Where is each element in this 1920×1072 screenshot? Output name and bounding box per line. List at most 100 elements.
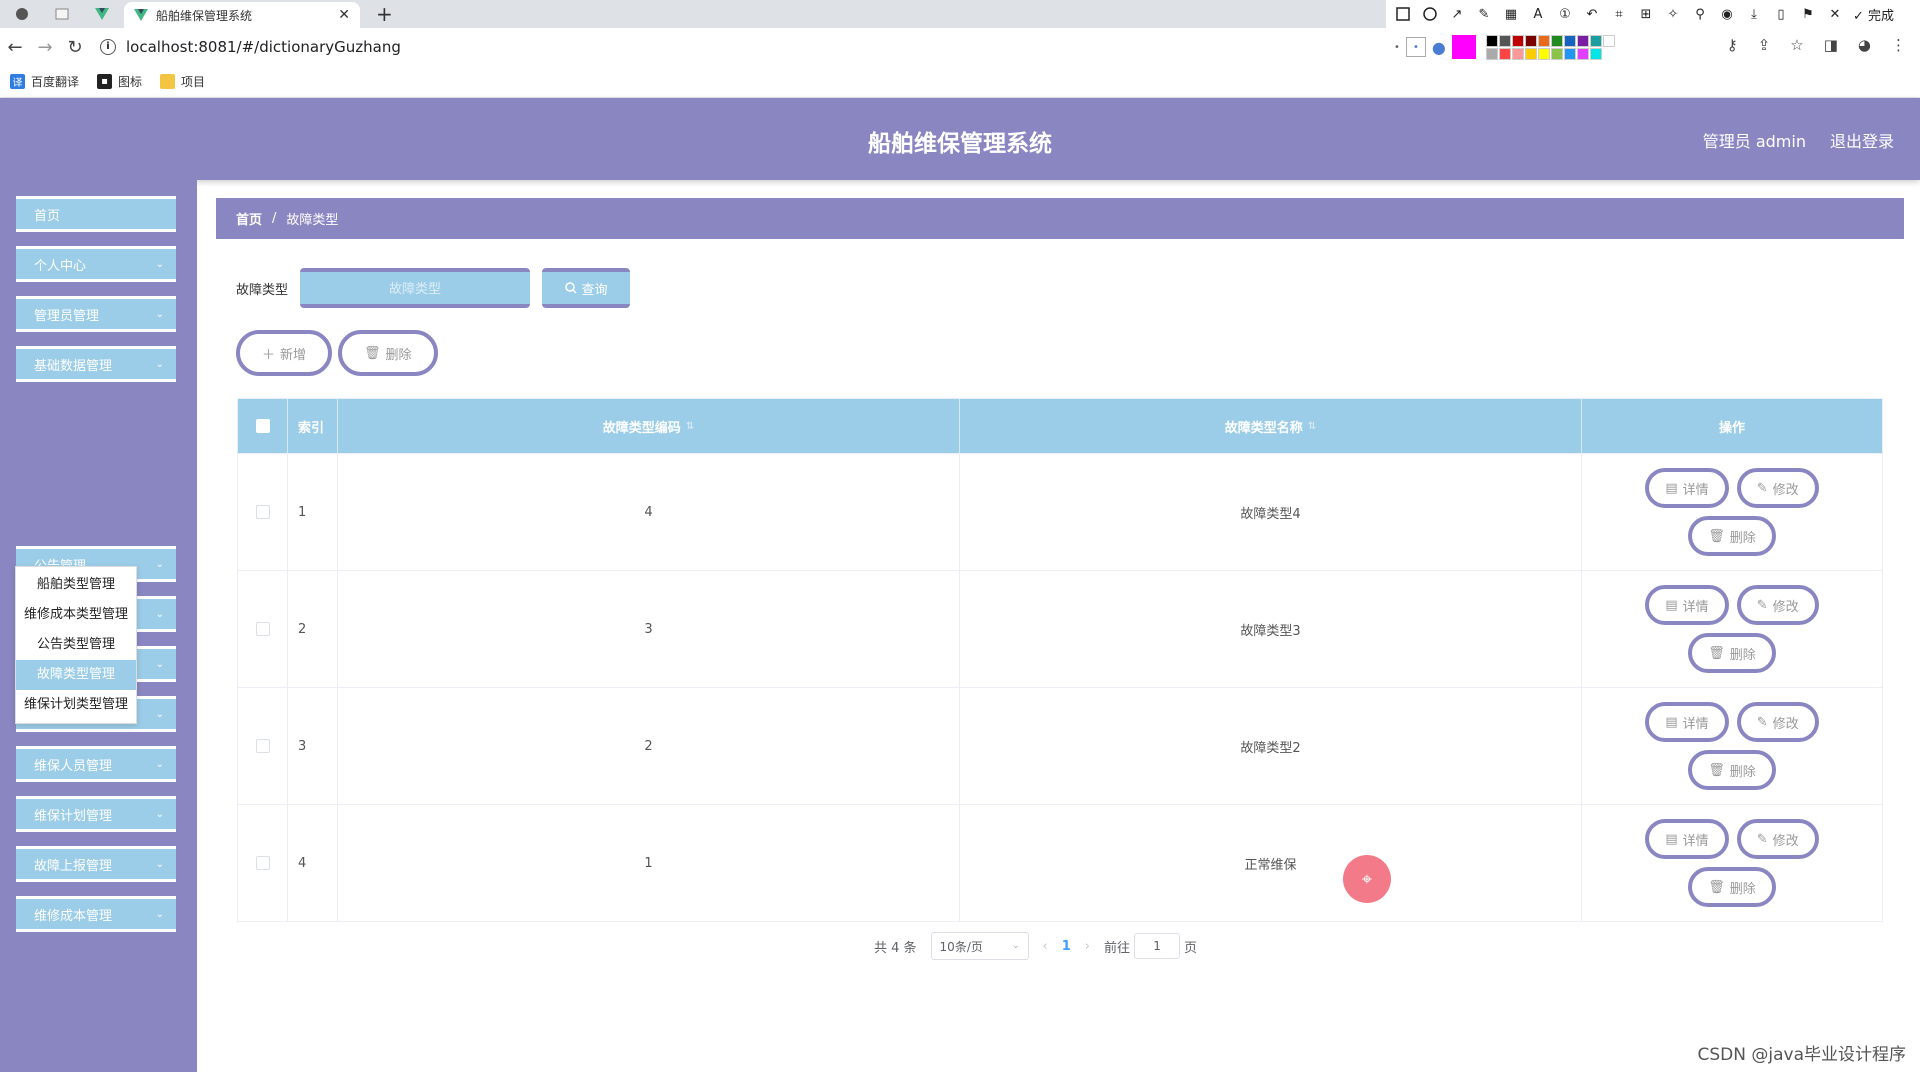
- detail-button[interactable]: ▤ 详情: [1645, 702, 1729, 742]
- color-swatch[interactable]: [1550, 47, 1563, 60]
- row-checkbox[interactable]: [255, 739, 270, 753]
- edit-button[interactable]: ✎ 修改: [1736, 819, 1819, 859]
- sidebar-item[interactable]: 故障上报管理 ⌄: [16, 846, 176, 882]
- submenu-item[interactable]: 公告类型管理: [16, 630, 136, 660]
- color-swatch[interactable]: [1576, 34, 1589, 47]
- prev-page-icon[interactable]: ‹: [1043, 939, 1048, 954]
- size-medium-icon[interactable]: •: [1405, 37, 1426, 57]
- color-swatch[interactable]: [1511, 47, 1524, 60]
- color-swatch[interactable]: [1537, 34, 1550, 47]
- sort-icon[interactable]: ⇅: [1308, 421, 1316, 432]
- batch-delete-button[interactable]: 🗑 删除: [338, 330, 438, 376]
- submenu-item[interactable]: 故障类型管理: [16, 660, 136, 690]
- rectangle-tool-icon[interactable]: [1394, 5, 1412, 23]
- color-swatch[interactable]: [1602, 34, 1615, 47]
- select-all-checkbox[interactable]: [255, 419, 270, 433]
- text-tool-icon[interactable]: A: [1529, 5, 1547, 23]
- breadcrumb-home[interactable]: 首页: [236, 209, 262, 228]
- pencil-tool-icon[interactable]: ✎: [1475, 5, 1493, 23]
- sidebar-item[interactable]: 维修成本管理 ⌄: [16, 896, 176, 932]
- arrow-tool-icon[interactable]: ↗: [1448, 5, 1466, 23]
- crop-icon[interactable]: ⌗: [1610, 5, 1628, 23]
- key-icon[interactable]: ⚷: [1727, 36, 1738, 54]
- color-swatch[interactable]: [1524, 47, 1537, 60]
- color-swatch[interactable]: [1485, 47, 1498, 60]
- sidebar-item[interactable]: 维保人员管理 ⌄: [16, 746, 176, 782]
- color-swatch[interactable]: [1524, 34, 1537, 47]
- close-tool-icon[interactable]: ✕: [1826, 5, 1844, 23]
- sidebar-item[interactable]: 维保计划管理 ⌄: [16, 796, 176, 832]
- bookmark-icons[interactable]: ▪ 图标: [97, 73, 142, 90]
- color-swatch[interactable]: [1589, 47, 1602, 60]
- color-swatch[interactable]: [1511, 34, 1524, 47]
- row-delete-button[interactable]: 🗑 删除: [1688, 867, 1776, 907]
- share-icon[interactable]: ⇪: [1758, 36, 1771, 54]
- sidebar-item[interactable]: 基础数据管理 ⌄: [16, 346, 176, 382]
- search-button[interactable]: 查询: [542, 268, 631, 308]
- new-tab-button[interactable]: +: [376, 2, 393, 26]
- row-delete-button[interactable]: 🗑 删除: [1688, 633, 1776, 673]
- color-swatch[interactable]: [1485, 34, 1498, 47]
- more-menu-icon[interactable]: ⋮: [1891, 36, 1906, 54]
- row-checkbox[interactable]: [255, 622, 270, 636]
- color-swatch[interactable]: [1550, 34, 1563, 47]
- search-input[interactable]: [300, 268, 531, 308]
- edit-button[interactable]: ✎ 修改: [1736, 468, 1819, 508]
- pinned-tab-page-icon[interactable]: [48, 3, 76, 25]
- color-swatch[interactable]: [1589, 34, 1602, 47]
- size-large-icon[interactable]: ●: [1432, 38, 1446, 57]
- col-code[interactable]: 故障类型编码 ⇅: [338, 399, 960, 453]
- color-swatch[interactable]: [1576, 47, 1589, 60]
- add-button[interactable]: ＋ 新增: [236, 330, 333, 376]
- sidebar-item[interactable]: 管理员管理 ⌄: [16, 296, 176, 332]
- record-icon[interactable]: ◉: [1718, 5, 1736, 23]
- phone-icon[interactable]: ▯: [1772, 5, 1790, 23]
- pinned-tab-vue-icon[interactable]: [88, 3, 116, 25]
- submenu-item[interactable]: 船舶类型管理: [16, 570, 136, 600]
- info-icon[interactable]: i: [100, 39, 116, 55]
- color-swatch[interactable]: [1563, 34, 1576, 47]
- magic-icon[interactable]: ✧: [1664, 5, 1682, 23]
- bookmark-baidu-translate[interactable]: 译 百度翻译: [10, 73, 79, 90]
- detail-button[interactable]: ▤ 详情: [1645, 585, 1729, 625]
- col-name[interactable]: 故障类型名称 ⇅: [960, 399, 1582, 453]
- current-color-swatch[interactable]: [1451, 35, 1476, 59]
- bookmark-icon[interactable]: ⚑: [1799, 5, 1817, 23]
- detail-button[interactable]: ▤ 详情: [1645, 468, 1729, 508]
- current-page[interactable]: 1: [1062, 939, 1071, 954]
- star-icon[interactable]: ☆: [1790, 36, 1803, 54]
- sort-icon[interactable]: ⇅: [686, 421, 694, 432]
- page-size-select[interactable]: 10条/页 ⌄: [930, 932, 1029, 960]
- download-icon[interactable]: ⤓: [1745, 5, 1763, 23]
- next-page-icon[interactable]: ›: [1085, 939, 1090, 954]
- size-small-icon[interactable]: •: [1394, 42, 1400, 53]
- pin-icon[interactable]: ⚲: [1691, 5, 1709, 23]
- color-swatch[interactable]: [1563, 47, 1576, 60]
- color-swatch[interactable]: [1537, 47, 1550, 60]
- url-field[interactable]: i localhost:8081/#/dictionaryGuzhang: [100, 38, 401, 56]
- logout-link[interactable]: 退出登录: [1830, 128, 1894, 152]
- number-tool-icon[interactable]: ①: [1556, 5, 1574, 23]
- undo-icon[interactable]: ↶: [1583, 5, 1601, 23]
- tab-close-icon[interactable]: ✕: [338, 7, 350, 23]
- row-delete-button[interactable]: 🗑 删除: [1688, 516, 1776, 556]
- detail-button[interactable]: ▤ 详情: [1645, 819, 1729, 859]
- row-delete-button[interactable]: 🗑 删除: [1688, 750, 1776, 790]
- reload-icon[interactable]: ↻: [60, 37, 90, 58]
- mosaic-tool-icon[interactable]: ▦: [1502, 5, 1520, 23]
- pinned-tab-globe-icon[interactable]: [8, 3, 36, 25]
- goto-input[interactable]: 1: [1134, 933, 1181, 959]
- bookmark-project[interactable]: 项目: [160, 73, 205, 90]
- forward-icon[interactable]: →: [30, 37, 60, 58]
- color-swatch[interactable]: [1498, 47, 1511, 60]
- translate-icon[interactable]: ⊞: [1637, 5, 1655, 23]
- submenu-item[interactable]: 维修成本类型管理: [16, 600, 136, 630]
- sidebar-item[interactable]: 个人中心 ⌄: [16, 246, 176, 282]
- done-button[interactable]: ✓ 完成: [1853, 5, 1894, 24]
- edit-button[interactable]: ✎ 修改: [1736, 585, 1819, 625]
- color-swatch[interactable]: [1498, 34, 1511, 47]
- profile-icon[interactable]: ◕: [1858, 36, 1871, 54]
- sidepanel-icon[interactable]: ◨: [1824, 36, 1838, 54]
- row-checkbox[interactable]: [255, 856, 270, 870]
- row-checkbox[interactable]: [255, 505, 270, 519]
